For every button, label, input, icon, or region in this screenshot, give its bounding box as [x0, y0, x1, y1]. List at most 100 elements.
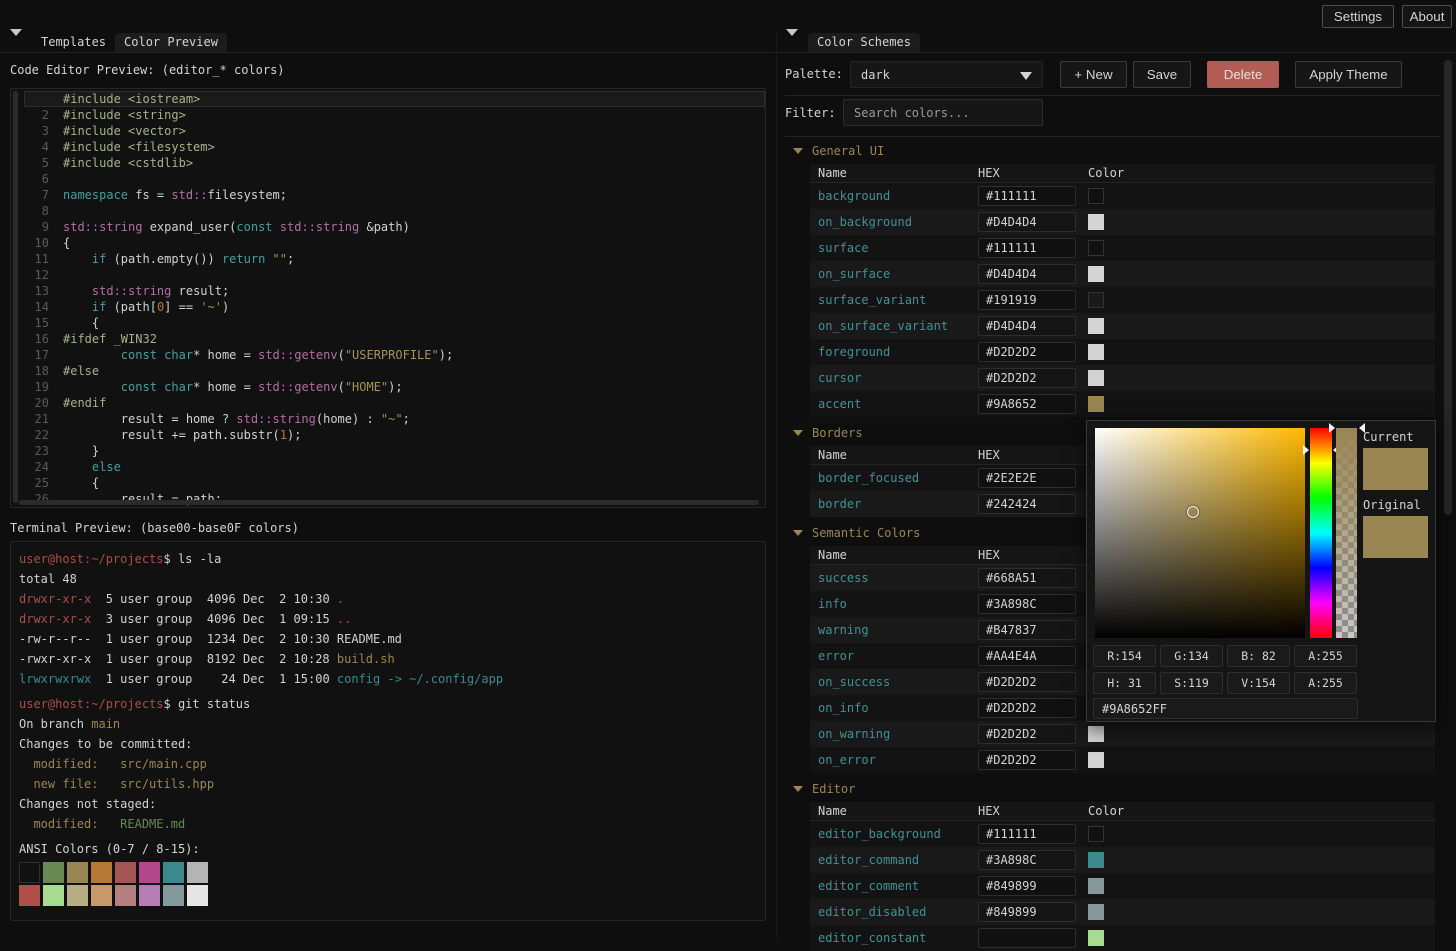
apply-theme-button[interactable]: Apply Theme	[1295, 61, 1402, 88]
color-row-surface[interactable]: surface#111111	[810, 235, 1435, 261]
color-swatch[interactable]	[1088, 188, 1104, 204]
code-vertical-scrollbar[interactable]	[13, 91, 18, 503]
hex-value-input[interactable]: #191919	[978, 290, 1076, 310]
filter-input[interactable]	[843, 99, 1043, 126]
color-swatch[interactable]	[1088, 726, 1104, 742]
color-row-on_surface_variant[interactable]: on_surface_variant#D4D4D4	[810, 313, 1435, 339]
color-swatch[interactable]	[1088, 266, 1104, 282]
color-swatch[interactable]	[1088, 240, 1104, 256]
color-swatch[interactable]	[1088, 292, 1104, 308]
collapse-panel-icon[interactable]	[10, 36, 24, 50]
color-swatch[interactable]	[1088, 930, 1104, 946]
token-fg: -rwxr-xr-x 1 user group 8192 Dec 2 10:28	[19, 652, 337, 666]
color-swatch[interactable]	[1088, 344, 1104, 360]
hex-value-input[interactable]: #849899	[978, 876, 1076, 896]
schemes-scrollbar[interactable]	[1444, 60, 1452, 515]
hex-value-input[interactable]: #2E2E2E	[978, 468, 1076, 488]
sv-cursor[interactable]	[1187, 506, 1199, 518]
code-line: 10{	[19, 235, 765, 251]
hex-value-input[interactable]: #9A8652	[978, 394, 1076, 414]
color-row-surface_variant[interactable]: surface_variant#191919	[810, 287, 1435, 313]
color-swatch[interactable]	[1088, 214, 1104, 230]
code-text: #endif	[63, 395, 106, 411]
palette-dropdown[interactable]: dark	[850, 61, 1043, 88]
saturation-value-box[interactable]: S:119	[1160, 672, 1223, 694]
save-button[interactable]: Save	[1133, 61, 1191, 88]
original-color-swatch[interactable]	[1363, 516, 1428, 558]
color-row-editor_constant[interactable]: editor_constant	[810, 925, 1435, 951]
color-swatch[interactable]	[1088, 396, 1104, 412]
color-name: background	[818, 189, 978, 203]
code-horizontal-scrollbar[interactable]	[19, 500, 759, 505]
section-header-editor[interactable]: Editor	[793, 782, 855, 796]
hex-value-input[interactable]: #242424	[978, 494, 1076, 514]
settings-button[interactable]: Settings	[1322, 5, 1394, 28]
hex-value-input[interactable]: #D4D4D4	[978, 316, 1076, 336]
hex-value-input[interactable]: #D2D2D2	[978, 368, 1076, 388]
color-row-editor_comment[interactable]: editor_comment#849899	[810, 873, 1435, 899]
blue-value-box[interactable]: B: 82	[1227, 645, 1290, 667]
section-header-semantic-colors[interactable]: Semantic Colors	[793, 526, 920, 540]
hex-value-input[interactable]: #3A898C	[978, 850, 1076, 870]
token-fg: );	[439, 348, 453, 362]
saturation-value-area[interactable]	[1095, 428, 1305, 638]
color-row-on_surface[interactable]: on_surface#D4D4D4	[810, 261, 1435, 287]
color-swatch[interactable]	[1088, 878, 1104, 894]
token-type: std::getenv	[258, 348, 337, 362]
alpha-value-box[interactable]: A:255	[1294, 645, 1357, 667]
hue-value-box[interactable]: H: 31	[1093, 672, 1156, 694]
color-row-editor_background[interactable]: editor_background#111111	[810, 821, 1435, 847]
tab-color-schemes[interactable]: Color Schemes	[808, 33, 920, 53]
hex-value-input[interactable]: #AA4E4A	[978, 646, 1076, 666]
color-row-editor_command[interactable]: editor_command#3A898C	[810, 847, 1435, 873]
alpha-hsv-value-box[interactable]: A:255	[1294, 672, 1357, 694]
color-swatch[interactable]	[1088, 318, 1104, 334]
color-swatch[interactable]	[1088, 826, 1104, 842]
color-row-editor_disabled[interactable]: editor_disabled#849899	[810, 899, 1435, 925]
hex-input[interactable]: #9A8652FF	[1093, 698, 1358, 719]
hex-value-input[interactable]: #668A51	[978, 568, 1076, 588]
new-palette-button[interactable]: + New	[1060, 61, 1127, 88]
hex-value-input[interactable]: #3A898C	[978, 594, 1076, 614]
hex-value-input[interactable]: #111111	[978, 824, 1076, 844]
hex-value-input[interactable]: #D2D2D2	[978, 672, 1076, 692]
color-row-cursor[interactable]: cursor#D2D2D2	[810, 365, 1435, 391]
color-swatch[interactable]	[1088, 904, 1104, 920]
hex-value-input[interactable]: #D4D4D4	[978, 264, 1076, 284]
color-row-on_warning[interactable]: on_warning#D2D2D2	[810, 721, 1435, 747]
tab-color-preview[interactable]: Color Preview	[115, 33, 227, 53]
hex-value-input[interactable]: #111111	[978, 238, 1076, 258]
collapse-schemes-icon[interactable]	[786, 36, 800, 50]
color-swatch[interactable]	[1088, 370, 1104, 386]
hex-value-input[interactable]	[978, 928, 1076, 948]
color-row-accent[interactable]: accent#9A8652	[810, 391, 1435, 417]
token-fg: }	[63, 444, 99, 458]
color-row-background[interactable]: background#111111	[810, 183, 1435, 209]
hex-value-input[interactable]: #111111	[978, 186, 1076, 206]
hex-value-input[interactable]: #D4D4D4	[978, 212, 1076, 232]
red-value-box[interactable]: R:154	[1093, 645, 1156, 667]
alpha-slider[interactable]	[1336, 428, 1357, 638]
color-row-foreground[interactable]: foreground#D2D2D2	[810, 339, 1435, 365]
token-fg	[63, 348, 121, 362]
hue-slider[interactable]	[1310, 428, 1332, 638]
color-row-on_error[interactable]: on_error#D2D2D2	[810, 747, 1435, 773]
color-swatch[interactable]	[1088, 752, 1104, 768]
hex-value-input[interactable]: #D2D2D2	[978, 750, 1076, 770]
hex-value-input[interactable]: #849899	[978, 902, 1076, 922]
ansi-color-swatch	[115, 885, 136, 906]
section-header-general-ui[interactable]: General UI	[793, 144, 884, 158]
about-button[interactable]: About	[1402, 5, 1452, 28]
hex-value-input[interactable]: #B47837	[978, 620, 1076, 640]
value-value-box[interactable]: V:154	[1227, 672, 1290, 694]
hex-value-input[interactable]: #D2D2D2	[978, 724, 1076, 744]
green-value-box[interactable]: G:134	[1160, 645, 1223, 667]
current-color-swatch[interactable]	[1363, 448, 1428, 490]
color-row-on_background[interactable]: on_background#D4D4D4	[810, 209, 1435, 235]
color-swatch[interactable]	[1088, 852, 1104, 868]
hex-value-input[interactable]: #D2D2D2	[978, 698, 1076, 718]
section-header-borders[interactable]: Borders	[793, 426, 863, 440]
delete-button[interactable]: Delete	[1207, 61, 1279, 88]
tab-templates[interactable]: Templates	[32, 33, 115, 53]
hex-value-input[interactable]: #D2D2D2	[978, 342, 1076, 362]
